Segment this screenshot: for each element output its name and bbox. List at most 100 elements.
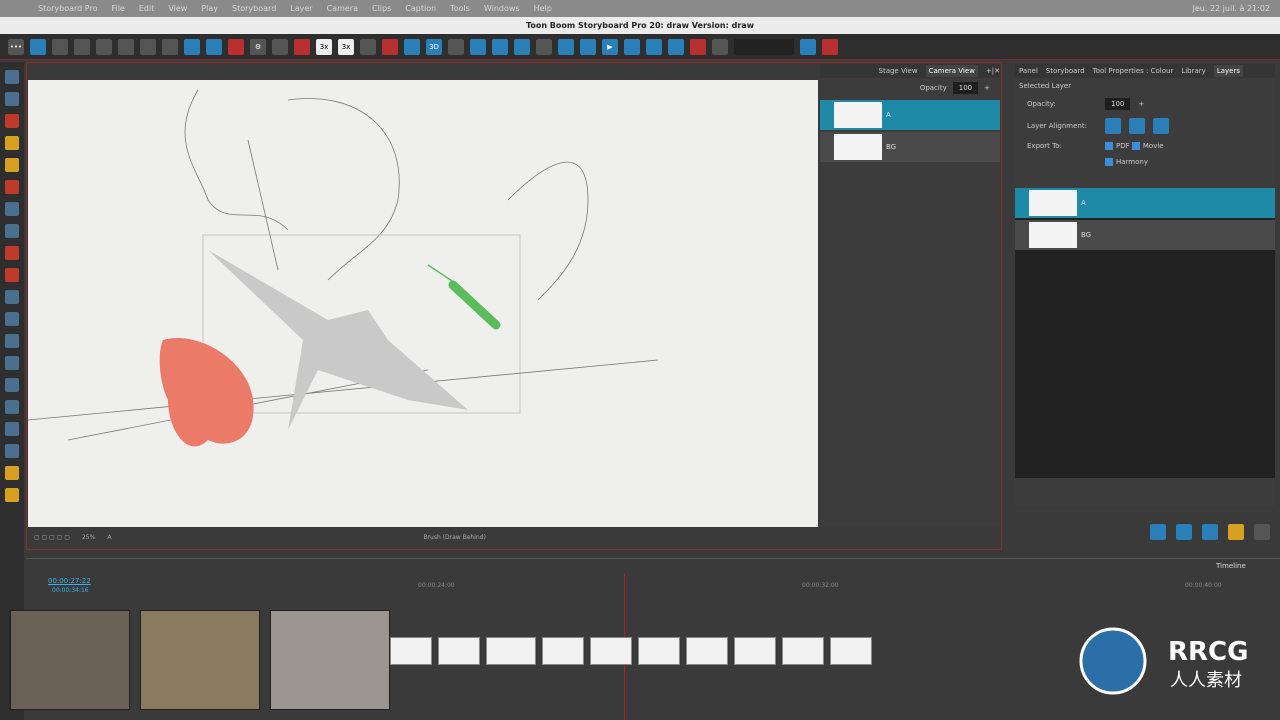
menu-layer[interactable]: Layer [290,4,312,13]
onion-skin-icon[interactable] [712,38,728,55]
opacity-field[interactable]: 100 [952,82,979,94]
zoom-3x-button-2[interactable]: 3x [338,38,354,55]
panel-thumbnail[interactable] [438,637,480,665]
panel-thumbnail[interactable] [638,637,680,665]
export-pdf-checkbox[interactable]: PDF [1105,142,1130,150]
zoom-level[interactable]: 25% [82,534,95,541]
tab-layers[interactable]: Layers [1213,65,1243,77]
brush-icon[interactable] [294,38,310,55]
zoom-out-icon[interactable] [184,38,200,55]
stamp-tool-icon[interactable] [5,158,19,172]
rotate-tool-icon[interactable] [5,400,19,414]
menu-camera[interactable]: Camera [327,4,358,13]
prev-icon[interactable] [580,38,596,55]
new-vector-layer-icon[interactable] [1176,524,1192,540]
dropper-tool-icon[interactable] [5,268,19,282]
menu-storyboard[interactable]: Storyboard [232,4,276,13]
text-tool-icon[interactable] [5,202,19,216]
zoom-in-icon[interactable] [206,38,222,55]
opacity-field[interactable]: 100 [1105,98,1131,110]
layer-row[interactable]: A [820,100,1000,130]
transform-tool-icon[interactable] [5,92,19,106]
current-timecode[interactable]: 00:00:27:22 [48,577,91,585]
layout-icon[interactable] [74,38,90,55]
drawing-canvas[interactable] [27,80,818,527]
layer-row[interactable]: A [1015,188,1275,218]
settings-icon[interactable] [536,38,552,55]
layer-row[interactable]: BG [820,132,1000,162]
brush-tool-icon[interactable] [5,114,19,128]
menu-view[interactable]: View [168,4,187,13]
tab-panel[interactable]: Panel [1019,67,1038,75]
delete-layer-icon[interactable] [1254,524,1270,540]
group-layer-icon[interactable] [1228,524,1244,540]
split-panel-icon[interactable] [514,38,530,55]
add-close-icon[interactable]: +|✕ [986,67,1000,75]
panel-icon[interactable] [118,38,134,55]
tab-camera-view[interactable]: Camera View [925,65,978,77]
duplicate-panel-icon[interactable] [492,38,508,55]
trash-icon[interactable] [5,444,19,458]
pencil-icon[interactable] [272,38,288,55]
menu-edit[interactable]: Edit [139,4,155,13]
view-buttons[interactable]: ▢ ▢ ▢ ▢ ▢ [34,534,70,541]
add-icon[interactable]: + [984,84,990,92]
play-icon[interactable]: ▶ [602,38,618,55]
storyboard-icon[interactable] [30,38,46,55]
add-brush-icon[interactable] [228,38,244,55]
menu-play[interactable]: Play [201,4,218,13]
eraser-tool-icon[interactable] [5,180,19,194]
zoom-3x-button[interactable]: 3x [316,38,332,55]
robot-icon[interactable] [404,38,420,55]
menu-help[interactable]: Help [534,4,552,13]
more-icon[interactable]: ••• [8,38,24,55]
panel-thumbnail[interactable] [390,637,432,665]
select-tool-icon[interactable] [5,70,19,84]
panel-thumbnail[interactable] [734,637,776,665]
volume-slider[interactable] [734,38,794,55]
tab-library[interactable]: Library [1181,67,1205,75]
new-panel-icon[interactable] [470,38,486,55]
layout2-icon[interactable] [96,38,112,55]
duplicate-layer-icon[interactable] [1202,524,1218,540]
rectangle-tool-icon[interactable] [5,224,19,238]
camera-cycle-icon[interactable] [668,38,684,55]
menu-windows[interactable]: Windows [484,4,520,13]
panel-thumbnail[interactable] [590,637,632,665]
lightbulb-icon[interactable] [5,488,19,502]
morph-tool-icon[interactable] [5,378,19,392]
cutter-tool-icon[interactable] [5,334,19,348]
pencil-tool-icon[interactable] [5,136,19,150]
panel-thumbnail[interactable] [686,637,728,665]
gear-icon[interactable]: ⚙ [250,38,266,55]
record-icon[interactable] [690,38,706,55]
camera-icon[interactable] [162,38,178,55]
pencil-small-icon[interactable] [360,38,376,55]
tab-storyboard[interactable]: Storyboard [1046,67,1085,75]
tab-stage-view[interactable]: Stage View [879,67,918,75]
loop-icon[interactable] [624,38,640,55]
first-frame-icon[interactable] [558,38,574,55]
add-icon[interactable]: + [1138,100,1144,108]
menu-clips[interactable]: Clips [372,4,391,13]
marker-icon[interactable] [382,38,398,55]
thumbnails-icon[interactable] [140,38,156,55]
menu-tools[interactable]: Tools [450,4,470,13]
align-center-icon[interactable] [1129,118,1145,134]
menu-app[interactable]: Storyboard Pro [38,4,97,13]
layer-row[interactable]: BG [1015,220,1275,250]
menu-file[interactable]: File [111,4,124,13]
sound-icon[interactable] [646,38,662,55]
panel-thumbnail[interactable] [830,637,872,665]
folder-icon[interactable] [5,466,19,480]
align-left-icon[interactable] [1105,118,1121,134]
layer-tool-icon[interactable] [5,356,19,370]
menu-caption[interactable]: Caption [405,4,436,13]
lasso-tool-icon[interactable] [5,312,19,326]
panel-thumbnail[interactable] [486,637,536,665]
mic-icon[interactable] [822,38,838,55]
hand-tool-icon[interactable] [5,290,19,304]
new-layer-icon[interactable] [1150,524,1166,540]
tab-tool-properties[interactable]: Tool Properties : Colour [1093,67,1174,75]
export-harmony-checkbox[interactable]: Harmony [1105,158,1148,166]
